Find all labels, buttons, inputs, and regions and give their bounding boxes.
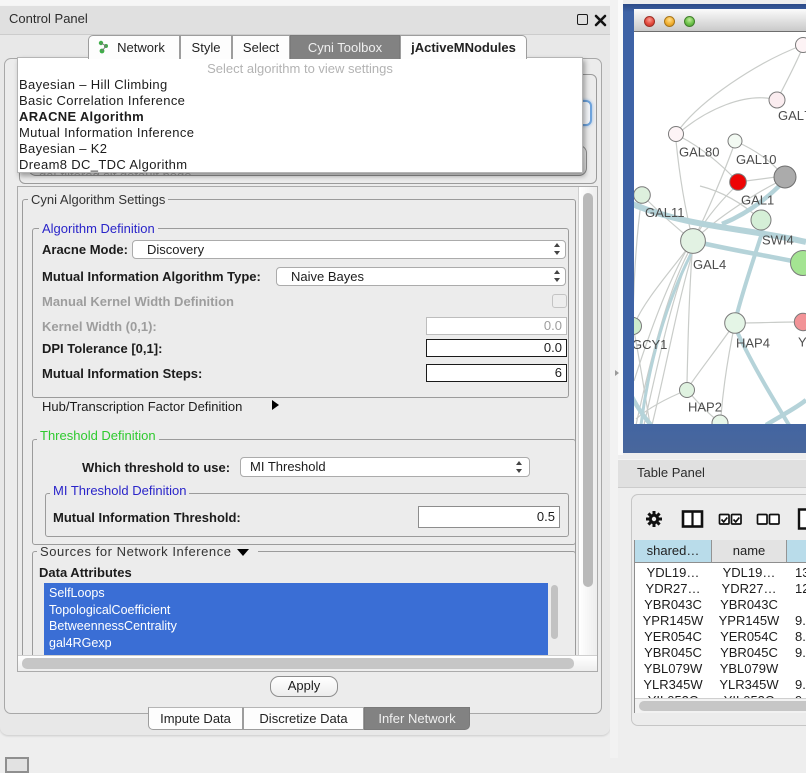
svg-text:GCY1: GCY1: [634, 337, 667, 352]
svg-text:YJL: YJL: [798, 335, 806, 350]
svg-text:GAL7: GAL7: [778, 108, 806, 123]
svg-text:HAP2: HAP2: [688, 400, 722, 415]
svg-text:HAP4: HAP4: [736, 336, 770, 351]
svg-text:GAL80: GAL80: [679, 145, 719, 160]
svg-text:GAL10: GAL10: [736, 152, 776, 167]
svg-text:GAL4: GAL4: [693, 257, 726, 272]
svg-text:SWI4: SWI4: [762, 233, 794, 248]
svg-text:GAL1: GAL1: [741, 193, 774, 208]
svg-text:GAL11: GAL11: [645, 205, 685, 220]
